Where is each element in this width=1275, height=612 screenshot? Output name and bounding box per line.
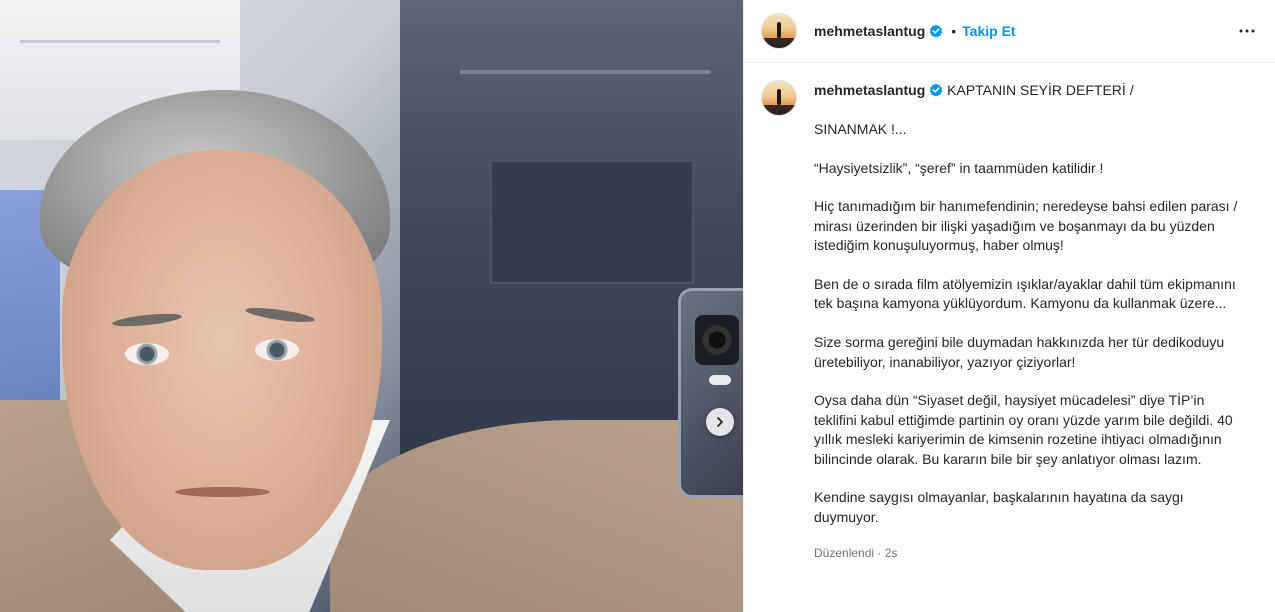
caption-paragraph: Kendine saygısı olmayanlar, başkalarının… bbox=[814, 489, 1184, 525]
phone-lens bbox=[695, 315, 739, 365]
avatar[interactable] bbox=[762, 14, 796, 48]
phone-camera bbox=[678, 288, 743, 498]
edited-label: Düzenlendi bbox=[814, 545, 875, 560]
left-eye bbox=[125, 343, 169, 365]
post-media[interactable] bbox=[0, 0, 743, 612]
verified-badge-icon bbox=[929, 24, 943, 38]
caption-paragraph: Ben de o sırada film atölyemizin ışıklar… bbox=[814, 276, 1236, 312]
caption-paragraph: Size sorma gereğini bile duymadan hakkın… bbox=[814, 334, 1225, 370]
caption-meta: Düzenlendi · 2s bbox=[814, 544, 1244, 563]
caption-paragraph: Hiç tanımadığım bir hanımefendinin; nere… bbox=[814, 198, 1238, 254]
caption-title-line: mehmetaslantug KAPTANIN SEYİR DEFTERİ / bbox=[814, 81, 1244, 100]
caption-username[interactable]: mehmetaslantug bbox=[814, 82, 925, 98]
caption: mehmetaslantug KAPTANIN SEYİR DEFTERİ / … bbox=[744, 63, 1275, 563]
caption-avatar[interactable] bbox=[762, 81, 796, 115]
meta-separator: · bbox=[877, 545, 882, 560]
caption-paragraph: SINANMAK !... bbox=[814, 120, 907, 137]
caption-paragraph: “Haysiyetsizlik”, “şeref” in taammüden k… bbox=[814, 159, 1104, 176]
header-username[interactable]: mehmetaslantug bbox=[814, 23, 925, 39]
post-side-panel: mehmetaslantug • Takip Et mehmetaslantug… bbox=[743, 0, 1275, 612]
post-time[interactable]: 2s bbox=[885, 546, 898, 560]
caption-paragraph: Oysa daha dün “Siyaset değil, haysiyet m… bbox=[814, 392, 1233, 467]
verified-badge-icon bbox=[929, 83, 943, 97]
caption-body: mehmetaslantug KAPTANIN SEYİR DEFTERİ / … bbox=[814, 81, 1244, 563]
chevron-right-icon bbox=[717, 417, 723, 427]
more-options-button[interactable] bbox=[1235, 19, 1259, 43]
face bbox=[62, 150, 382, 570]
follow-button[interactable]: Takip Et bbox=[962, 23, 1015, 39]
caption-title: KAPTANIN SEYİR DEFTERİ / bbox=[947, 82, 1134, 98]
right-eye bbox=[255, 339, 299, 361]
mouth bbox=[175, 487, 270, 497]
more-options-icon bbox=[1239, 29, 1255, 33]
carousel-next-button[interactable] bbox=[706, 408, 734, 436]
post-header: mehmetaslantug • Takip Et bbox=[744, 0, 1275, 63]
portrait-person bbox=[0, 0, 743, 612]
phone-flash bbox=[709, 375, 731, 385]
header-separator: • bbox=[951, 23, 957, 39]
